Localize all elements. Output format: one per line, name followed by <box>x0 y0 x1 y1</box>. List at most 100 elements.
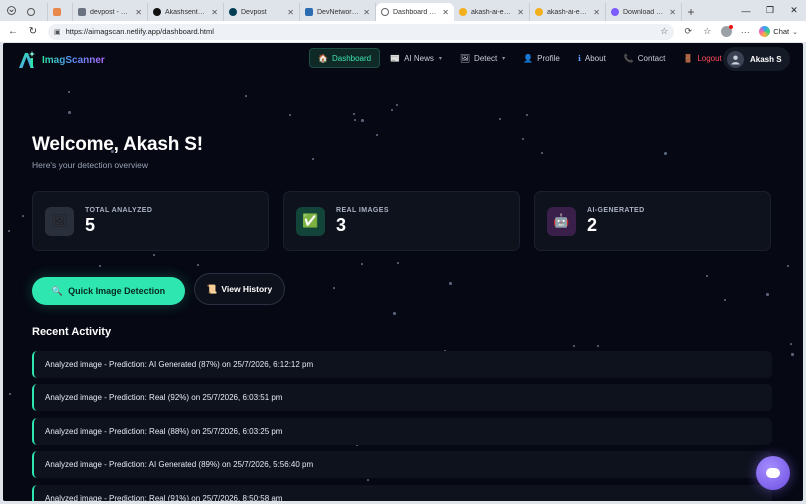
list-item: Analyzed image - Prediction: Real (88%) … <box>32 418 772 445</box>
browser-tab-strip: devpost - Search ✕ Akashsenthilkum ✕ Dev… <box>0 0 806 21</box>
star-dot <box>245 95 247 97</box>
tab-title: akash-ai-engine <box>547 8 590 16</box>
tab-title: akash-ai-engine <box>471 8 514 16</box>
maximize-icon[interactable]: ❐ <box>758 0 782 21</box>
stat-label: TOTAL ANALYZED <box>85 206 153 214</box>
user-icon: 👤 <box>523 53 534 63</box>
ai-engine-favicon-icon <box>535 8 543 16</box>
star-dot <box>787 265 789 267</box>
list-item: Analyzed image - Prediction: Real (92%) … <box>32 384 772 411</box>
browser-tab-active[interactable]: Dashboard - AI S ✕ <box>376 3 454 21</box>
globe-favicon-icon <box>381 8 389 16</box>
star-dot <box>22 215 24 217</box>
page-title: Welcome, Akash S! <box>32 134 203 155</box>
star-dot <box>573 345 575 347</box>
search-icon: 🔍 <box>51 285 64 296</box>
star-dot <box>361 263 363 265</box>
browser-tab[interactable]: Akashsenthilkum ✕ <box>148 3 224 21</box>
tab-close-icon[interactable]: ✕ <box>135 8 142 17</box>
browser-tab[interactable]: DevNetwork Hac ✕ <box>300 3 376 21</box>
browser-tab[interactable]: Devpost ✕ <box>224 3 300 21</box>
tab-list-chevron-icon[interactable] <box>0 0 22 21</box>
reload-icon[interactable]: ↻ <box>24 23 42 41</box>
robot-icon: 🤖 <box>547 206 576 236</box>
favorite-star-icon[interactable]: ☆ <box>660 26 668 37</box>
stat-value: 2 <box>587 214 598 235</box>
ai-logo-icon <box>17 50 37 70</box>
star-dot <box>664 152 667 155</box>
stat-card-real: ✅ REAL IMAGES 3 <box>283 191 520 251</box>
browser-tab[interactable] <box>48 3 73 21</box>
back-arrow-icon[interactable]: ← <box>4 23 22 41</box>
address-bar[interactable]: ▣ https://aimagscan.netlify.app/dashboar… <box>48 23 675 40</box>
list-item: Analyzed image - Prediction: AI Generate… <box>32 451 772 478</box>
quick-detection-button[interactable]: 🔍 Quick Image Detection <box>32 277 185 305</box>
tab-close-icon[interactable]: ✕ <box>287 8 294 17</box>
tab-close-icon[interactable]: ✕ <box>669 8 676 17</box>
button-label: Quick Image Detection <box>68 286 166 296</box>
tab-close-icon[interactable]: ✕ <box>593 8 600 17</box>
nav-detect[interactable]: 🖼 Detect ▾ <box>452 48 513 68</box>
nav-ai-news[interactable]: 📰 AI News ▾ <box>382 48 450 68</box>
nav-about[interactable]: ℹ About <box>570 48 614 68</box>
browser-tab[interactable]: akash-ai-engine ✕ <box>454 3 530 21</box>
dropdown-caret-icon: ▾ <box>438 55 442 62</box>
star-dot <box>397 262 399 264</box>
nav-label: Profile <box>537 53 560 63</box>
window-controls: — ❐ ✕ <box>734 0 806 21</box>
browser-tab-blank[interactable] <box>22 3 48 21</box>
favorites-icon[interactable]: ☆ <box>699 24 715 40</box>
nav-links: 🏠 Dashboard 📰 AI News ▾ 🖼 Detect ▾ 👤 Pro… <box>309 48 730 68</box>
image-icon: 🖼 <box>459 53 471 63</box>
chat-label: Chat <box>773 27 790 36</box>
star-dot <box>724 299 726 301</box>
new-tab-plus-icon[interactable]: + <box>682 3 700 21</box>
profile-icon[interactable] <box>718 24 734 40</box>
minimize-icon[interactable]: — <box>734 0 758 21</box>
chatbot-fab-button[interactable] <box>756 456 790 490</box>
star-dot <box>289 114 291 116</box>
copilot-chat-button[interactable]: Chat ⌄ <box>755 24 802 40</box>
info-icon: ℹ <box>577 53 581 63</box>
star-dot <box>367 479 369 481</box>
close-window-icon[interactable]: ✕ <box>782 0 806 21</box>
user-name: Akash S <box>750 54 782 64</box>
door-icon: 🚪 <box>683 53 694 63</box>
stat-value: 3 <box>336 214 347 235</box>
tab-close-icon[interactable]: ✕ <box>442 8 449 17</box>
star-dot <box>9 393 11 395</box>
brand[interactable]: ImagScanner <box>17 50 105 70</box>
nav-contact[interactable]: 📞 Contact <box>616 48 674 68</box>
extensions-icon[interactable]: ⟳ <box>680 24 696 40</box>
stat-label: AI-GENERATED <box>587 206 645 214</box>
nav-dashboard[interactable]: 🏠 Dashboard <box>309 48 381 68</box>
home-icon: 🏠 <box>318 53 328 63</box>
view-history-button[interactable]: 📜 View History <box>194 273 285 305</box>
url-text[interactable]: https://aimagscan.netlify.app/dashboard.… <box>66 27 656 36</box>
more-menu-icon[interactable]: ··· <box>737 24 753 40</box>
nav-logout[interactable]: 🚪 Logout <box>675 48 729 68</box>
browser-tab[interactable]: devpost - Search ✕ <box>73 3 148 21</box>
github-favicon-icon <box>153 8 161 16</box>
search-favicon-icon <box>78 8 86 16</box>
tab-favicon-icon <box>53 8 61 16</box>
tab-close-icon[interactable]: ✕ <box>363 8 370 17</box>
star-dot <box>391 109 393 111</box>
browser-tab[interactable]: Download - Ima ✕ <box>606 3 682 21</box>
nav-profile[interactable]: 👤 Profile <box>515 48 568 68</box>
site-info-icon[interactable]: ▣ <box>54 28 61 36</box>
user-menu[interactable]: Akash S <box>723 47 790 71</box>
tab-close-icon[interactable]: ✕ <box>517 8 524 17</box>
star-dot <box>153 254 155 256</box>
nav-label: Logout <box>697 53 722 63</box>
list-item: Analyzed image - Prediction: Real (91%) … <box>32 485 772 501</box>
tab-title: Devpost <box>241 8 267 16</box>
star-dot <box>333 287 335 289</box>
tab-title: devpost - Search <box>90 8 131 16</box>
stat-value: 5 <box>85 214 96 235</box>
tab-close-icon[interactable]: ✕ <box>211 8 218 17</box>
devnetwork-favicon-icon <box>305 8 313 16</box>
browser-tab[interactable]: akash-ai-engine ✕ <box>530 3 606 21</box>
star-dot <box>354 119 356 121</box>
star-dot <box>8 230 10 232</box>
